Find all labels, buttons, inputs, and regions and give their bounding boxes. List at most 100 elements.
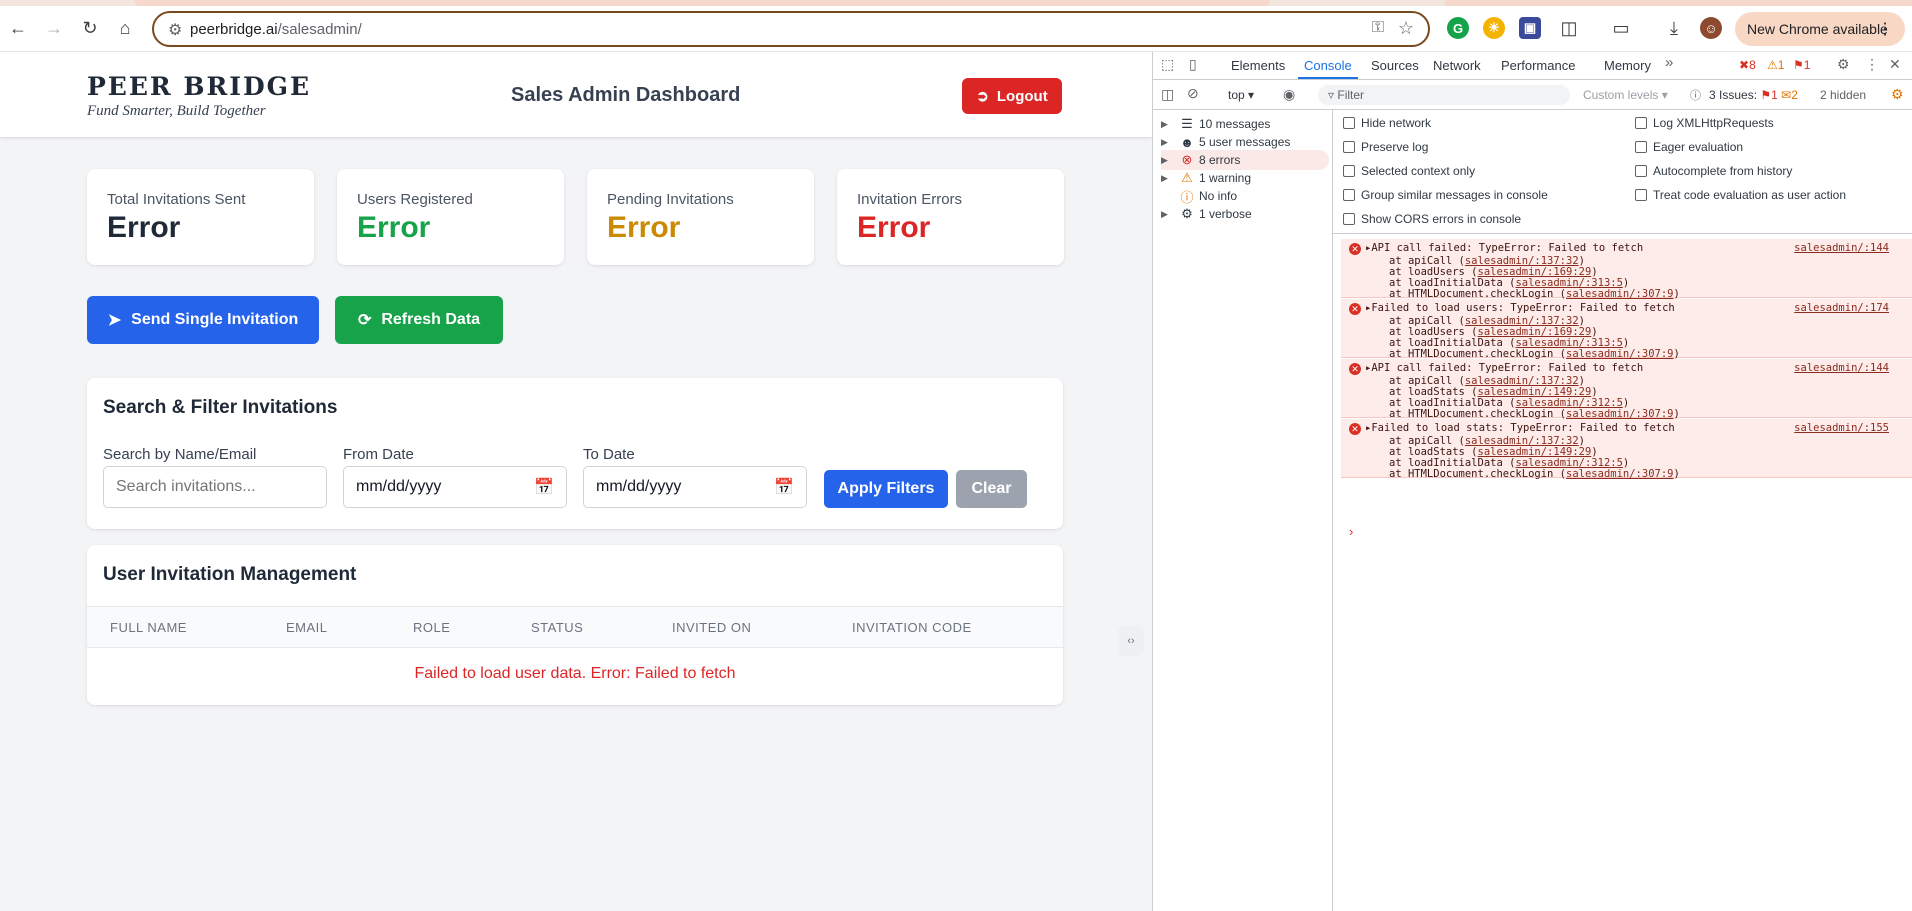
column-header-full-name[interactable]: FULL NAME (110, 620, 187, 635)
checkbox[interactable] (1635, 117, 1647, 129)
expand-arrow-icon[interactable]: ▶ (1161, 155, 1175, 166)
clear-console-icon[interactable]: ⊘ (1187, 85, 1199, 102)
error-text[interactable]: ▸Failed to load users: TypeError: Failed… (1365, 302, 1675, 314)
checkbox[interactable] (1343, 117, 1355, 129)
logout-button[interactable]: ➲ Logout (962, 78, 1062, 114)
log-levels-dropdown[interactable]: Custom levels ▾ (1583, 88, 1668, 102)
brand-logo[interactable]: PEER BRIDGE Fund Smarter, Build Together (87, 72, 311, 120)
address-bar[interactable]: ⚙ peerbridge.ai/salesadmin/ ⚿ ☆ (152, 11, 1430, 47)
kebab-menu-icon[interactable]: ⋮ (1877, 19, 1893, 39)
close-icon[interactable]: ✕ (1889, 56, 1901, 73)
extension-icon[interactable]: ☀ (1483, 17, 1505, 39)
forward-icon[interactable]: → (40, 14, 68, 42)
devtools-menu-icon[interactable]: ⋮ (1865, 56, 1879, 73)
sidebar-item-warning[interactable]: ▶ ⚠ 1 warning (1161, 168, 1329, 188)
profile-avatar[interactable]: ☺ (1700, 17, 1722, 39)
extensions-puzzle-icon[interactable]: ◫ (1555, 14, 1583, 42)
option-eager-evaluation[interactable]: Eager evaluation (1635, 140, 1743, 154)
option-treat-code-evaluation[interactable]: Treat code evaluation as user action (1635, 188, 1846, 202)
error-source-link[interactable]: salesadmin/:155 (1794, 422, 1889, 434)
sidebar-item-info[interactable]: ⓘ No info (1161, 186, 1329, 206)
column-header-role[interactable]: ROLE (413, 620, 450, 635)
checkbox[interactable] (1635, 189, 1647, 201)
console-error-message[interactable]: ✕ ▸API call failed: TypeError: Failed to … (1341, 359, 1912, 420)
search-input[interactable] (103, 466, 327, 508)
error-text[interactable]: ▸Failed to load stats: TypeError: Failed… (1365, 422, 1675, 434)
column-header-status[interactable]: STATUS (531, 620, 583, 635)
calendar-icon[interactable]: 📅 (534, 477, 554, 497)
to-date-input[interactable]: mm/dd/yyyy 📅 (583, 466, 807, 508)
column-header-invitation-code[interactable]: INVITATION CODE (852, 620, 972, 635)
more-tabs-icon[interactable]: » (1665, 54, 1673, 71)
option-hide-network[interactable]: Hide network (1343, 116, 1431, 130)
column-header-invited-on[interactable]: INVITED ON (672, 620, 751, 635)
checkbox[interactable] (1343, 141, 1355, 153)
calendar-icon[interactable]: 📅 (774, 477, 794, 497)
console-error-message[interactable]: ✕ ▸Failed to load stats: TypeError: Faile… (1341, 419, 1912, 480)
error-text[interactable]: ▸API call failed: TypeError: Failed to f… (1365, 362, 1643, 374)
checkbox[interactable] (1635, 141, 1647, 153)
sidebar-item-messages[interactable]: ▶ ☰ 10 messages (1161, 114, 1329, 134)
apply-filters-button[interactable]: Apply Filters (824, 470, 948, 508)
sidebar-item-errors[interactable]: ▶ ⊗ 8 errors (1161, 150, 1329, 170)
issue-counter[interactable]: ⚑1 (1793, 58, 1810, 72)
reload-icon[interactable]: ↻ (76, 14, 104, 42)
site-settings-icon[interactable]: ⚙ (168, 20, 182, 40)
issues-link[interactable]: 3 Issues: ⚑1 ✉2 (1709, 88, 1798, 102)
option-preserve-log[interactable]: Preserve log (1343, 140, 1428, 154)
recorder-extension-icon[interactable]: ▣ (1519, 17, 1541, 39)
column-header-email[interactable]: EMAIL (286, 620, 328, 635)
side-panel-toggle-icon[interactable]: ‹› (1118, 626, 1144, 656)
tab-performance[interactable]: Performance (1501, 58, 1575, 73)
stack-frame-link[interactable]: salesadmin/:307:9 (1566, 468, 1673, 480)
new-chrome-available-button[interactable]: New Chrome available ⋮ (1735, 12, 1905, 46)
tab-console[interactable]: Console (1298, 58, 1358, 79)
warning-counter[interactable]: ⚠1 (1767, 58, 1784, 72)
option-autocomplete-history[interactable]: Autocomplete from history (1635, 164, 1792, 178)
tab-network[interactable]: Network (1433, 58, 1481, 73)
from-date-input[interactable]: mm/dd/yyyy 📅 (343, 466, 567, 508)
checkbox[interactable] (1343, 213, 1355, 225)
console-filter-input[interactable]: ▿ Filter (1318, 85, 1570, 105)
checkbox[interactable] (1343, 165, 1355, 177)
tab-sources[interactable]: Sources (1371, 58, 1419, 73)
password-key-icon[interactable]: ⚿ (1372, 19, 1384, 37)
console-prompt-input[interactable]: › (1349, 524, 1353, 539)
sidebar-item-verbose[interactable]: ▶ ⚙ 1 verbose (1161, 204, 1329, 224)
context-selector[interactable]: top ▾ (1228, 88, 1254, 102)
home-icon[interactable]: ⌂ (111, 14, 139, 42)
tab-search-icon[interactable]: ▭ (1607, 14, 1635, 42)
expand-arrow-icon[interactable]: ▶ (1161, 173, 1175, 184)
sidebar-item-user-messages[interactable]: ▶ ☻ 5 user messages (1161, 132, 1329, 152)
error-text[interactable]: ▸API call failed: TypeError: Failed to f… (1365, 242, 1643, 254)
tab-memory[interactable]: Memory (1604, 58, 1651, 73)
settings-gear-icon[interactable]: ⚙ (1837, 56, 1850, 73)
error-source-link[interactable]: salesadmin/:174 (1794, 302, 1889, 314)
expand-arrow-icon[interactable]: ▶ (1161, 137, 1175, 148)
checkbox[interactable] (1635, 165, 1647, 177)
error-source-link[interactable]: salesadmin/:144 (1794, 362, 1889, 374)
option-show-cors-errors[interactable]: Show CORS errors in console (1343, 212, 1521, 226)
refresh-data-button[interactable]: ⟳ Refresh Data (335, 296, 503, 344)
show-sidebar-icon[interactable]: ◫ (1161, 86, 1174, 103)
inspect-element-icon[interactable]: ⬚ (1161, 56, 1174, 73)
console-error-message[interactable]: ✕ ▸API call failed: TypeError: Failed to … (1341, 239, 1912, 300)
option-selected-context-only[interactable]: Selected context only (1343, 164, 1475, 178)
bookmark-star-icon[interactable]: ☆ (1398, 18, 1414, 39)
live-expression-eye-icon[interactable]: ◉ (1283, 86, 1295, 103)
grammarly-extension-icon[interactable]: G (1447, 17, 1469, 39)
option-log-xmlhttprequests[interactable]: Log XMLHttpRequests (1635, 116, 1774, 130)
expand-arrow-icon[interactable]: ▶ (1161, 209, 1175, 220)
console-settings-gear-icon[interactable]: ⚙ (1891, 86, 1904, 103)
expand-arrow-icon[interactable]: ▶ (1161, 119, 1175, 130)
downloads-icon[interactable]: ⤓ (1660, 14, 1688, 42)
tab-elements[interactable]: Elements (1231, 58, 1285, 73)
back-icon[interactable]: ← (4, 14, 32, 42)
console-error-message[interactable]: ✕ ▸Failed to load users: TypeError: Faile… (1341, 299, 1912, 360)
option-group-similar[interactable]: Group similar messages in console (1343, 188, 1548, 202)
checkbox[interactable] (1343, 189, 1355, 201)
device-toolbar-icon[interactable]: ▯ (1189, 56, 1197, 73)
error-counter[interactable]: ✖8 (1739, 58, 1756, 72)
clear-button[interactable]: Clear (956, 470, 1027, 508)
url-text[interactable]: peerbridge.ai/salesadmin/ (190, 21, 362, 38)
